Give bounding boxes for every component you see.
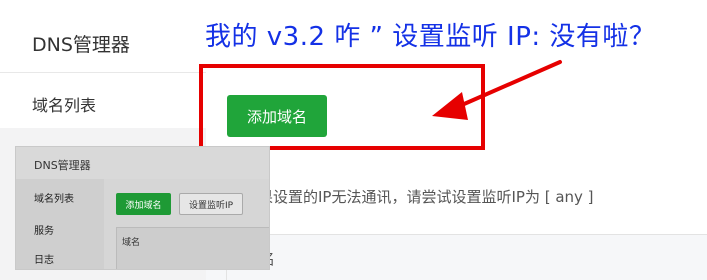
thumbnail-sidebar-item: 域名列表 — [34, 194, 74, 205]
thumbnail-column-header: 域名 — [122, 238, 141, 248]
thumbnail-add-domain-button: 添加域名 — [116, 193, 171, 215]
thumbnail-set-listen-ip-button: 设置监听IP — [179, 193, 243, 215]
thumbnail-sidebar-item: 日志 — [34, 255, 54, 266]
thumbnail-title: DNS管理器 — [34, 159, 91, 172]
thumbnail-sidebar-item: 服务 — [34, 226, 54, 237]
thumbnail-table — [116, 227, 269, 269]
thumbnail-screenshot: DNS管理器 域名列表 服务 日志 添加域名 设置监听IP 域名 — [15, 146, 270, 270]
